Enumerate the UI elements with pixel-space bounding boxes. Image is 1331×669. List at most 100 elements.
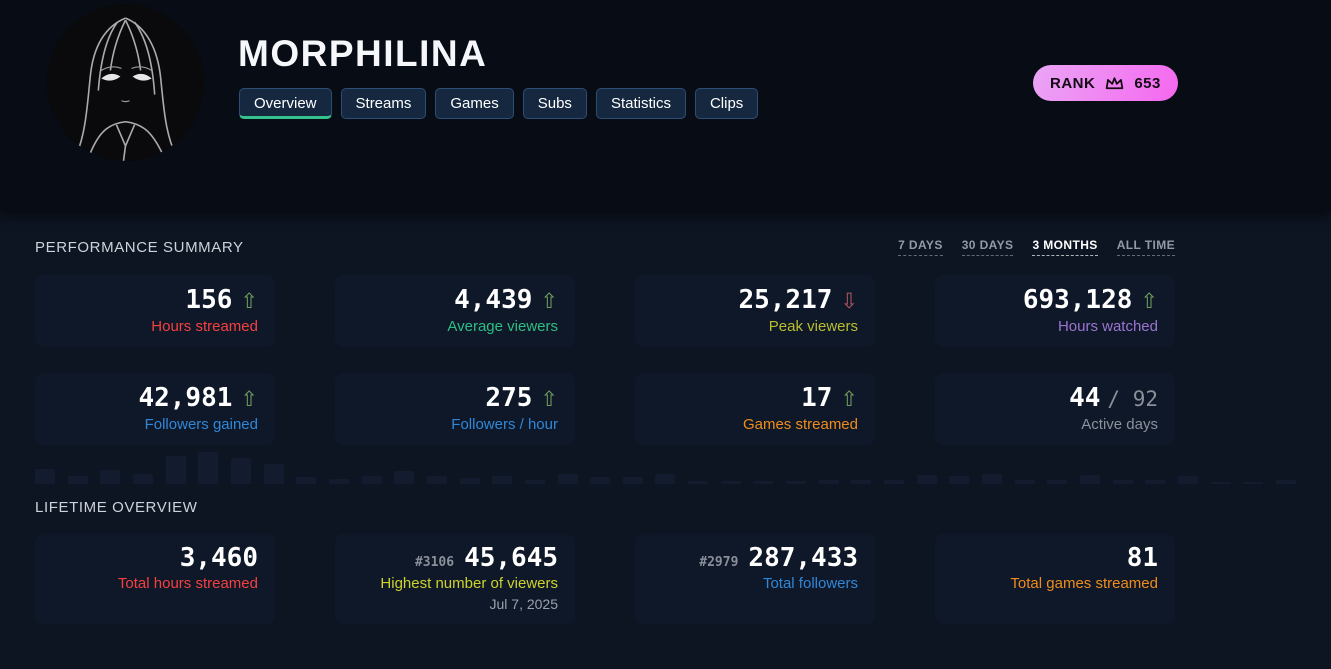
- spark-bar: [557, 474, 578, 484]
- stat-value: 25,217: [738, 285, 833, 316]
- stat-label: Peak viewers: [768, 317, 858, 335]
- page-title: MORPHILINA: [238, 33, 488, 74]
- spark-bar: [394, 471, 415, 484]
- trend-down-icon: ⇩: [840, 289, 858, 314]
- spark-bar: [296, 477, 317, 484]
- trend-up-icon: ⇧: [240, 387, 258, 412]
- tab-clips[interactable]: Clips: [694, 88, 759, 119]
- performance-grid: 156 ⇧ Hours streamed 4,439 ⇧ Average vie…: [35, 275, 1296, 445]
- range-30-days[interactable]: 30 DAYS: [961, 238, 1014, 256]
- stat-card-hours-streamed: 156 ⇧ Hours streamed: [35, 275, 275, 347]
- spark-bar: [230, 458, 251, 484]
- spark-bar: [35, 469, 55, 484]
- spark-bar: [622, 477, 643, 484]
- spark-bar: [1112, 480, 1133, 484]
- stat-label: Hours watched: [1057, 317, 1158, 335]
- spark-bar: [982, 474, 1003, 484]
- lifetime-header: LIFETIME OVERVIEW: [35, 499, 1175, 516]
- lifetime-grid: 3,460 Total hours streamed #3106 45,645 …: [35, 534, 1296, 624]
- stat-label: Games streamed: [742, 415, 858, 433]
- spark-bar: [1177, 476, 1198, 484]
- stat-card-followers-per-hour: 275 ⇧ Followers / hour: [335, 373, 575, 445]
- stat-label: Average viewers: [447, 317, 558, 335]
- trend-up-icon: ⇧: [1140, 289, 1158, 314]
- spark-bar: [655, 474, 676, 484]
- spark-bar: [361, 476, 382, 484]
- stat-value: 287,433: [748, 543, 858, 573]
- stat-label: Active days: [1081, 415, 1158, 433]
- stat-label: Total followers: [762, 575, 858, 593]
- stat-card-games-streamed: 17 ⇧ Games streamed: [635, 373, 875, 445]
- performance-header: PERFORMANCE SUMMARY 7 DAYS 30 DAYS 3 MON…: [35, 238, 1175, 256]
- stat-label: Hours streamed: [151, 317, 258, 335]
- crown-icon: [1106, 77, 1124, 90]
- stat-card-total-followers: #2979 287,433 Total followers: [635, 534, 875, 624]
- stat-value: 275: [485, 383, 533, 414]
- spark-bar: [720, 481, 741, 484]
- spark-bar: [1145, 480, 1166, 484]
- stat-value-total: / 92: [1107, 387, 1158, 412]
- spark-bar: [590, 477, 611, 484]
- stat-card-peak-viewers: 25,217 ⇩ Peak viewers: [635, 275, 875, 347]
- spark-bar: [100, 470, 121, 484]
- spark-bar: [1275, 480, 1296, 484]
- rank-label: RANK: [1050, 74, 1096, 92]
- stat-date: Jul 7, 2025: [489, 596, 559, 613]
- spark-bar: [328, 479, 349, 484]
- spark-bar: [884, 480, 905, 484]
- rank-badge[interactable]: RANK 653: [1033, 65, 1178, 101]
- streamer-avatar: [47, 4, 204, 161]
- spark-bar: [426, 476, 447, 484]
- stat-value: 4,439: [454, 285, 533, 316]
- stat-rank: #2979: [699, 555, 739, 570]
- stat-card-average-viewers: 4,439 ⇧ Average viewers: [335, 275, 575, 347]
- tab-statistics[interactable]: Statistics: [595, 88, 686, 119]
- spark-bar: [753, 481, 774, 484]
- stat-value: 17: [801, 383, 833, 414]
- spark-bar: [198, 452, 219, 484]
- spark-bar: [263, 464, 284, 484]
- profile-header: MORPHILINA Overview Streams Games Subs S…: [0, 0, 1331, 211]
- stat-label: Total hours streamed: [117, 575, 258, 593]
- stat-card-hours-watched: 693,128 ⇧ Hours watched: [935, 275, 1175, 347]
- spark-bar: [1243, 482, 1264, 484]
- stat-value: 693,128: [1022, 285, 1133, 316]
- stat-value: 45,645: [464, 543, 558, 573]
- spark-bar: [916, 475, 937, 484]
- tab-subs[interactable]: Subs: [522, 88, 587, 119]
- stat-value: 3,460: [179, 543, 258, 573]
- spark-bar: [786, 481, 807, 484]
- stat-rank: #3106: [414, 555, 455, 570]
- trend-up-icon: ⇧: [540, 387, 558, 412]
- stat-card-highest-viewers: #3106 45,645 Highest number of viewers J…: [335, 534, 575, 624]
- stat-value: 81: [1126, 543, 1158, 573]
- stat-label: Followers gained: [144, 415, 258, 433]
- spark-bar: [688, 481, 709, 484]
- stat-label: Total games streamed: [1010, 575, 1158, 593]
- avatar-art-icon: [47, 4, 204, 161]
- spark-bar: [851, 480, 872, 484]
- trend-up-icon: ⇧: [840, 387, 858, 412]
- spark-bar: [459, 478, 480, 484]
- spark-bar: [1047, 480, 1068, 484]
- rank-value: 653: [1134, 74, 1161, 92]
- range-7-days[interactable]: 7 DAYS: [898, 238, 943, 256]
- spark-bar: [67, 476, 88, 484]
- range-3-months[interactable]: 3 MONTHS: [1032, 238, 1098, 256]
- spark-bar: [949, 476, 970, 484]
- spark-bar: [1080, 475, 1100, 484]
- time-range-selector: 7 DAYS 30 DAYS 3 MONTHS ALL TIME: [898, 238, 1175, 256]
- stat-card-active-days: 44 / 92 Active days: [935, 373, 1175, 445]
- spark-bar: [492, 476, 513, 484]
- tab-overview[interactable]: Overview: [239, 88, 332, 119]
- stat-label: Followers / hour: [451, 415, 558, 433]
- range-all-time[interactable]: ALL TIME: [1116, 238, 1175, 256]
- section-title-lifetime: LIFETIME OVERVIEW: [35, 499, 198, 516]
- stat-card-total-hours-streamed: 3,460 Total hours streamed: [35, 534, 275, 624]
- spark-bar: [1014, 480, 1035, 484]
- tab-games[interactable]: Games: [435, 88, 514, 119]
- tab-streams[interactable]: Streams: [340, 88, 427, 119]
- stat-value: 44: [1069, 383, 1101, 414]
- profile-tabs: Overview Streams Games Subs Statistics C…: [239, 88, 759, 119]
- spark-bar: [132, 474, 153, 484]
